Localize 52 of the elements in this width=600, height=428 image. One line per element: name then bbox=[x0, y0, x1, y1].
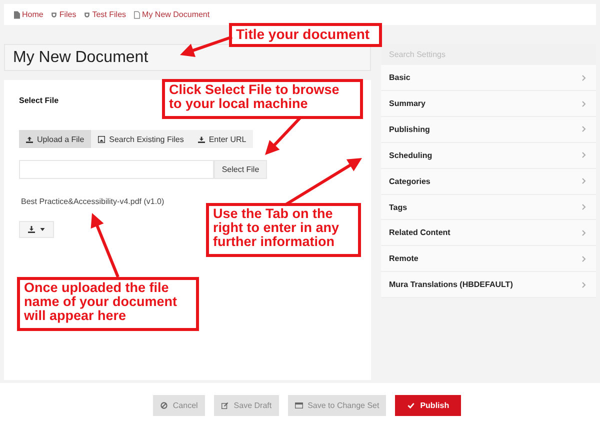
arrow bbox=[90, 213, 120, 278]
settings-tab[interactable]: Tags bbox=[381, 194, 596, 220]
settings-tab[interactable]: Scheduling bbox=[381, 142, 596, 169]
chevron-right-icon bbox=[582, 100, 586, 107]
document-icon bbox=[14, 10, 20, 18]
edit-icon bbox=[220, 402, 229, 409]
check-icon bbox=[407, 402, 416, 409]
settings-tab[interactable]: Related Content bbox=[381, 220, 596, 246]
tab[interactable]: Search Existing Files bbox=[91, 130, 191, 148]
callout-note: Click Select File to browse to your local machine bbox=[162, 79, 363, 119]
image-icon bbox=[98, 136, 106, 142]
settings-tab[interactable]: Categories bbox=[381, 168, 596, 195]
window-icon bbox=[294, 402, 303, 409]
callout-note: Title your document bbox=[229, 23, 382, 47]
callout-note: Use the Tab on the right to enter in any further information bbox=[206, 203, 361, 257]
download-icon bbox=[198, 136, 205, 142]
breadcrumb-link[interactable]: My New Document bbox=[134, 10, 210, 19]
file-name: Best Practice&Accessibility-v4.pdf (v1.0) bbox=[21, 197, 166, 206]
arrow bbox=[180, 36, 232, 58]
arrow bbox=[265, 116, 302, 155]
download-icon bbox=[28, 226, 35, 233]
chevron-right-icon bbox=[582, 282, 586, 288]
chevron-right-icon bbox=[582, 178, 586, 184]
chevron-right-icon bbox=[582, 126, 586, 132]
cancel-icon bbox=[160, 402, 168, 409]
select-file-button[interactable]: Select File bbox=[214, 160, 267, 179]
settings-tab[interactable]: Mura Translations (HBDEFAULT) bbox=[381, 272, 596, 298]
chevron-right-icon bbox=[582, 74, 586, 81]
chevron-right-icon bbox=[582, 256, 586, 262]
shield-icon bbox=[84, 10, 90, 18]
shield-icon bbox=[51, 10, 58, 18]
settings-tab[interactable]: Basic bbox=[381, 65, 596, 92]
upload-icon bbox=[26, 136, 33, 142]
section-label: Select File bbox=[19, 96, 59, 105]
breadcrumb-link[interactable]: Files bbox=[51, 10, 76, 19]
settings-tab[interactable]: Publishing bbox=[381, 117, 596, 143]
callout-note: Once uploaded the file name of your document will appear here bbox=[17, 277, 199, 331]
settings-tab[interactable]: Summary bbox=[381, 91, 596, 118]
tab[interactable]: Upload a File bbox=[19, 130, 92, 148]
file-input-field[interactable] bbox=[19, 160, 214, 179]
chevron-right-icon bbox=[582, 230, 586, 236]
chevron-right-icon bbox=[582, 204, 586, 210]
tab[interactable]: Enter URL bbox=[190, 130, 254, 148]
chevron-right-icon bbox=[582, 152, 586, 158]
breadcrumb-link[interactable]: Test Files bbox=[84, 10, 126, 19]
file-icon bbox=[134, 10, 140, 18]
title-field[interactable]: My New Document bbox=[4, 44, 371, 71]
caret-icon bbox=[40, 228, 45, 231]
publish-button[interactable]: Publish bbox=[395, 395, 462, 416]
download-dropdown-button[interactable] bbox=[19, 221, 54, 238]
breadcrumb-link[interactable]: Home bbox=[14, 10, 44, 19]
settings-tab[interactable]: Remote bbox=[381, 246, 596, 272]
